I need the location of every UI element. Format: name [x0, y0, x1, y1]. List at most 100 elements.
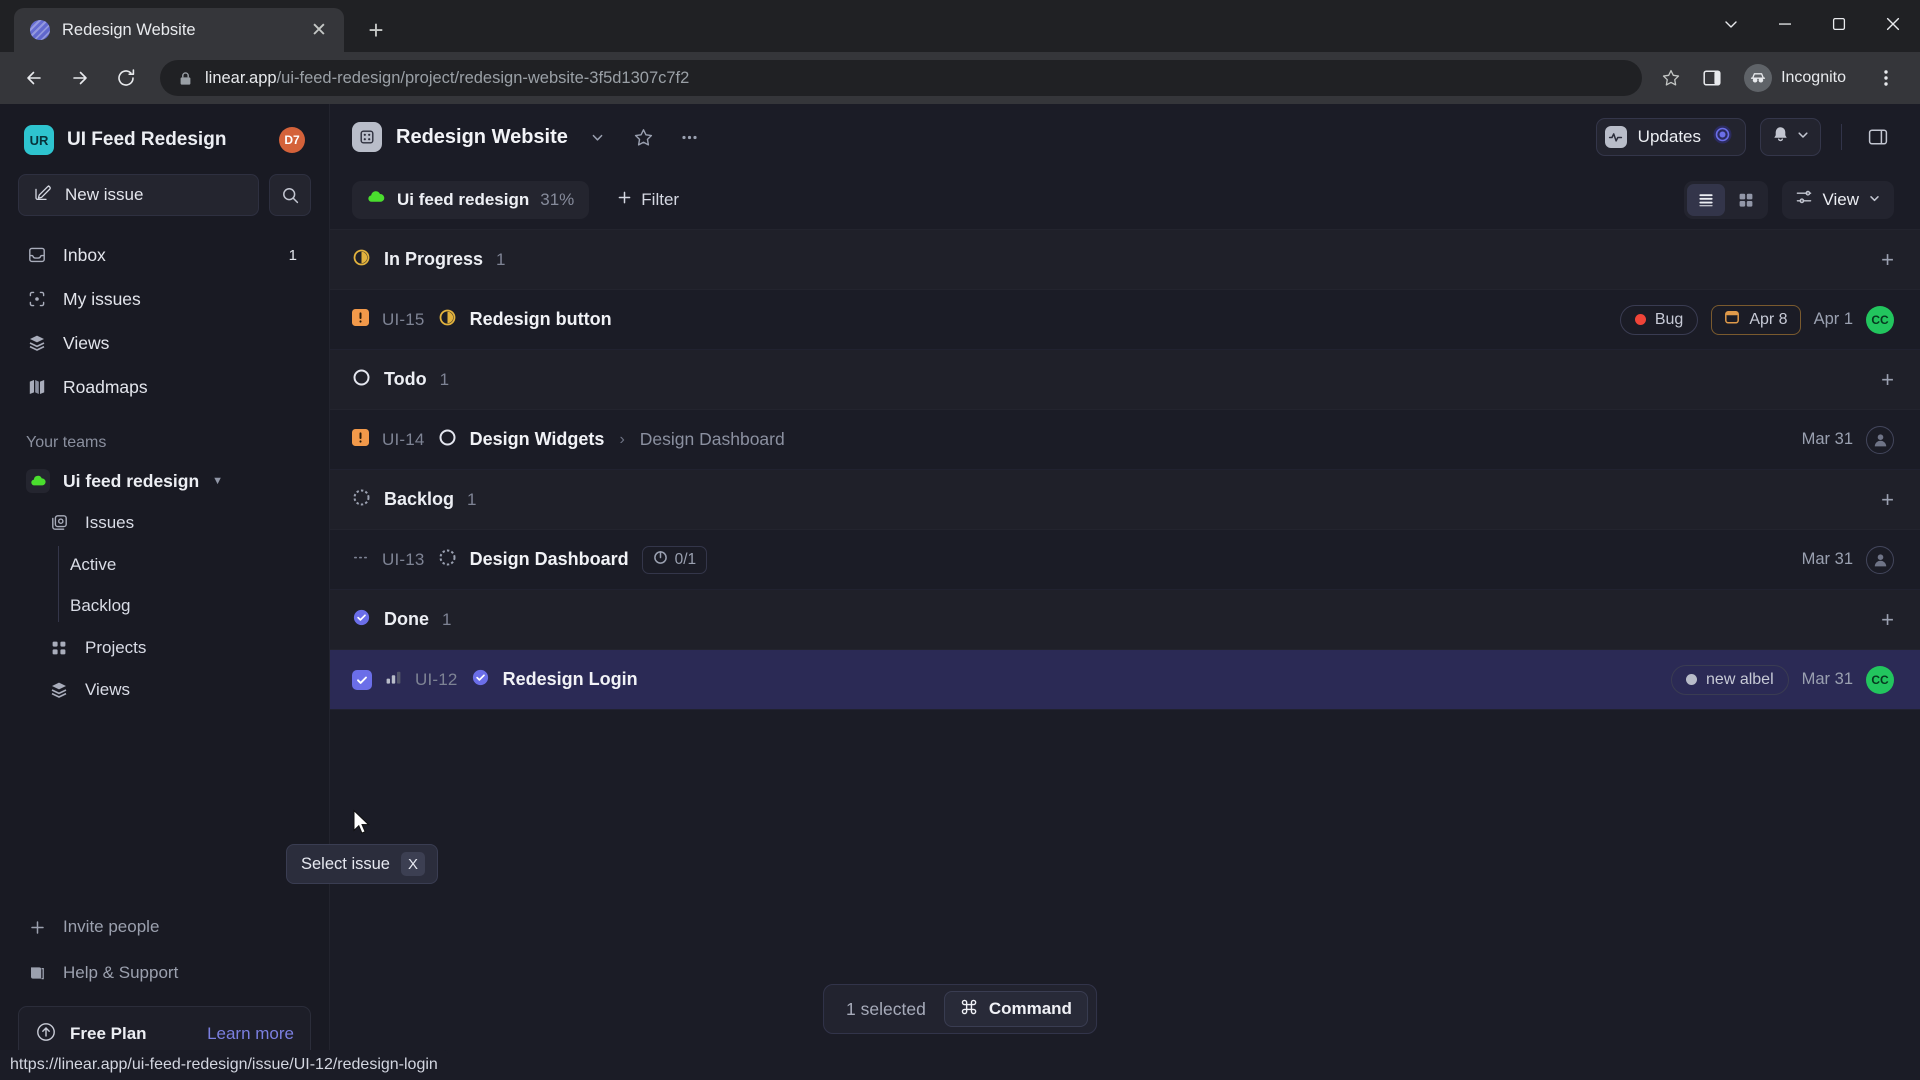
- table-row[interactable]: UI-13 Design Dashboard 0/1 Mar 31: [330, 530, 1920, 590]
- sub-issue-count[interactable]: 0/1: [641, 545, 708, 574]
- notifications-button[interactable]: [1760, 118, 1821, 156]
- sidebar-item-issues[interactable]: Issues: [18, 502, 311, 543]
- urgent-priority-icon[interactable]: [352, 308, 369, 331]
- inbox-badge: 1: [288, 246, 297, 264]
- medium-priority-icon[interactable]: [385, 669, 402, 691]
- assignee-placeholder-icon[interactable]: [1866, 545, 1894, 574]
- sidebar-item-my-issues[interactable]: My issues: [18, 278, 311, 320]
- sidebar-item-views[interactable]: Views: [18, 322, 311, 364]
- sidebar-item-roadmaps[interactable]: Roadmaps: [18, 366, 311, 408]
- table-row[interactable]: UI-14 Design Widgets › Design Dashboard …: [330, 410, 1920, 470]
- due-date-chip[interactable]: Apr 8: [1711, 304, 1801, 335]
- browser-tab[interactable]: Redesign Website ✕: [14, 8, 344, 52]
- back-icon[interactable]: [14, 58, 54, 98]
- avatar[interactable]: D7: [279, 127, 305, 153]
- toggle-panel-icon[interactable]: [1862, 121, 1894, 153]
- board-view-button[interactable]: [1727, 184, 1765, 216]
- sidebar-item-label: My issues: [63, 288, 141, 309]
- table-row[interactable]: UI-15 Redesign button Bug Apr 8 Apr 1 CC: [330, 290, 1920, 350]
- new-issue-button[interactable]: New issue: [18, 174, 259, 216]
- issue-list: In Progress 1 + UI-15 Redesign button Bu…: [330, 230, 1920, 1080]
- add-issue-icon[interactable]: +: [1881, 247, 1894, 273]
- tab-title: Redesign Website: [62, 20, 196, 39]
- chevron-down-icon[interactable]: [1796, 128, 1810, 147]
- side-panel-icon[interactable]: [1692, 58, 1732, 98]
- updates-button[interactable]: Updates: [1595, 118, 1746, 156]
- parent-issue-name[interactable]: Design Dashboard: [640, 429, 785, 450]
- sidebar-item-inbox[interactable]: Inbox 1: [18, 234, 311, 276]
- group-name: Todo: [384, 369, 427, 389]
- group-header-in-progress[interactable]: In Progress 1 +: [330, 230, 1920, 290]
- assignee-placeholder-icon[interactable]: [1866, 425, 1894, 454]
- linear-app: UR UI Feed Redesign D7 New issue Inbox 1: [0, 104, 1920, 1080]
- my-issues-icon: [26, 289, 48, 309]
- sidebar-item-projects[interactable]: Projects: [18, 627, 311, 668]
- status-badge[interactable]: Bug: [1619, 304, 1699, 335]
- search-button[interactable]: [269, 174, 311, 216]
- sidebar-item-team-views[interactable]: Views: [18, 669, 311, 710]
- sidebar-item-backlog[interactable]: Backlog: [70, 585, 311, 626]
- reload-icon[interactable]: [106, 58, 146, 98]
- no-priority-icon[interactable]: [352, 549, 369, 571]
- chevron-down-icon: [1868, 190, 1881, 210]
- divider: [1841, 124, 1842, 150]
- list-view-button[interactable]: [1687, 183, 1726, 216]
- table-row[interactable]: UI-12 Redesign Login new albel Mar 31 CC: [330, 650, 1920, 710]
- team-nav: Issues Active Backlog Projects Views: [18, 502, 311, 710]
- maximize-icon[interactable]: [1812, 0, 1866, 48]
- calendar-icon: [1724, 309, 1740, 330]
- avatar[interactable]: CC: [1866, 305, 1894, 334]
- add-issue-icon[interactable]: +: [1881, 367, 1894, 393]
- new-issue-label: New issue: [65, 185, 144, 204]
- add-issue-icon[interactable]: +: [1881, 487, 1894, 513]
- star-icon[interactable]: [628, 121, 660, 153]
- forward-icon[interactable]: [60, 58, 100, 98]
- chevron-down-icon[interactable]: ▼: [212, 475, 223, 487]
- issue-date: Mar 31: [1801, 430, 1853, 448]
- add-filter-button[interactable]: Filter: [603, 181, 693, 219]
- linear-logo-icon: [30, 20, 50, 40]
- minimize-icon[interactable]: [1758, 0, 1812, 48]
- row-checkbox[interactable]: [352, 669, 372, 690]
- chevron-down-icon[interactable]: [582, 121, 614, 153]
- group-header-todo[interactable]: Todo 1 +: [330, 350, 1920, 410]
- sidebar-item-label: Inbox: [63, 244, 106, 265]
- close-icon[interactable]: ✕: [306, 17, 332, 43]
- avatar[interactable]: CC: [1866, 665, 1894, 694]
- incognito-indicator[interactable]: Incognito: [1738, 60, 1860, 96]
- todo-icon[interactable]: [438, 428, 457, 452]
- chrome-menu-icon[interactable]: [1866, 58, 1906, 98]
- help-support-label: Help & Support: [63, 963, 179, 982]
- teams-section-label: Your teams: [26, 434, 107, 451]
- breadcrumb-separator: ›: [619, 430, 625, 448]
- chevron-down-icon[interactable]: [1704, 0, 1758, 48]
- backlog-icon[interactable]: [438, 548, 457, 572]
- help-support-button[interactable]: Help & Support: [18, 950, 311, 996]
- team-filter-chip[interactable]: Ui feed redesign 31%: [352, 180, 590, 219]
- sidebar-team-ui-feed-redesign[interactable]: Ui feed redesign ▼: [18, 460, 311, 502]
- more-options-icon[interactable]: [674, 121, 706, 153]
- sub-issue-count-text: 0/1: [674, 550, 697, 568]
- issue-key: UI-15: [382, 309, 425, 329]
- group-header-backlog[interactable]: Backlog 1 +: [330, 470, 1920, 530]
- address-bar[interactable]: linear.app/ui-feed-redesign/project/rede…: [160, 60, 1643, 96]
- bookmark-star-icon[interactable]: [1656, 63, 1686, 93]
- group-header-done[interactable]: Done 1 +: [330, 590, 1920, 650]
- group-count: 1: [496, 249, 506, 269]
- view-options-button[interactable]: View: [1782, 180, 1894, 219]
- urgent-priority-icon[interactable]: [352, 428, 369, 451]
- status-badge[interactable]: new albel: [1671, 664, 1789, 695]
- group-name: In Progress: [384, 249, 484, 269]
- new-tab-button[interactable]: +: [356, 10, 396, 50]
- sidebar-item-active[interactable]: Active: [70, 544, 311, 585]
- compose-icon: [33, 183, 52, 207]
- sidebar-item-label: Roadmaps: [63, 376, 148, 397]
- done-icon[interactable]: [471, 668, 490, 692]
- in-progress-icon[interactable]: [438, 308, 457, 332]
- workspace-switcher[interactable]: UR UI Feed Redesign D7: [18, 112, 311, 168]
- invite-people-button[interactable]: Invite people: [18, 904, 311, 950]
- command-button[interactable]: Command: [943, 991, 1088, 1027]
- add-issue-icon[interactable]: +: [1881, 607, 1894, 633]
- window-close-icon[interactable]: [1866, 0, 1920, 48]
- learn-more-link[interactable]: Learn more: [207, 1024, 294, 1044]
